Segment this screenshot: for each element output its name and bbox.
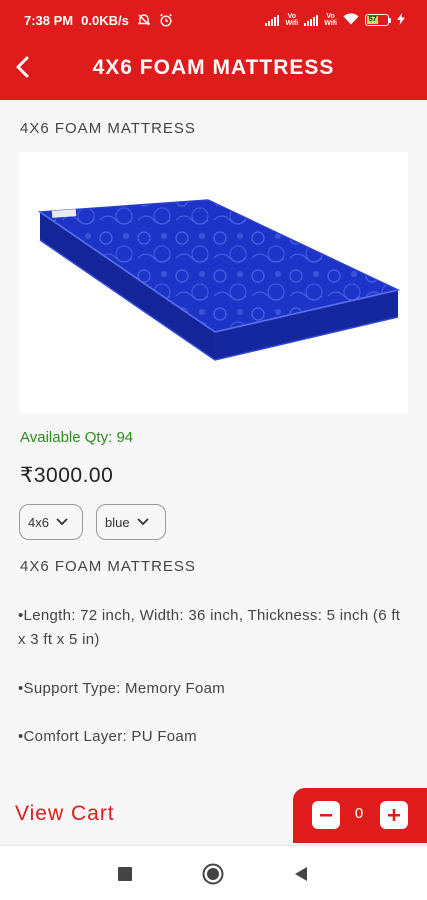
mattress-image [37, 199, 401, 361]
home-circle-icon [202, 863, 224, 885]
toolbar: 4X6 FOAM MATTRESS [0, 40, 427, 96]
status-time: 7:38 PM [24, 12, 74, 28]
cell-signal-icon [265, 14, 280, 26]
battery-level: 57 [367, 16, 379, 24]
alarm-icon [159, 13, 173, 27]
status-bar: 7:38 PM 0.0KB/s Vo Wifi Vo Wifi 57 [0, 0, 427, 40]
mute-icon [137, 13, 151, 27]
available-quantity: Available Qty: 94 [20, 429, 134, 446]
home-button[interactable] [202, 863, 224, 885]
decrement-button[interactable] [312, 801, 340, 829]
page-title: 4X6 FOAM MATTRESS [92, 56, 335, 79]
view-cart-link[interactable]: View Cart [15, 802, 115, 826]
triangle-back-icon [295, 867, 307, 881]
charging-icon [397, 12, 405, 28]
square-icon [118, 867, 132, 881]
system-nav-bar [0, 845, 427, 900]
size-dropdown[interactable]: 4x6 [19, 504, 83, 540]
cart-quantity: 0 [354, 805, 364, 822]
color-value: blue [105, 514, 130, 530]
chevron-down-icon [56, 518, 68, 526]
description-bullet: •Comfort Layer: PU Foam [18, 728, 197, 745]
recents-button[interactable] [114, 863, 136, 885]
product-name: 4X6 FOAM MATTRESS [20, 120, 196, 137]
color-dropdown[interactable]: blue [96, 504, 166, 540]
quantity-stepper: 0 [293, 788, 427, 843]
chevron-down-icon [136, 518, 149, 526]
cell-signal-icon-2 [304, 14, 319, 26]
wifi-icon [343, 12, 359, 28]
product-image[interactable] [20, 152, 408, 413]
app-header: 7:38 PM 0.0KB/s Vo Wifi Vo Wifi 57 4X6 F… [0, 0, 427, 100]
network-speed: 0.0KB/s [81, 12, 129, 28]
increment-button[interactable] [380, 801, 408, 829]
battery-icon: 57 [365, 14, 391, 26]
vowifi-label-2: Vo Wifi [324, 13, 337, 27]
product-price: ₹3000.00 [20, 464, 114, 487]
minus-icon [320, 814, 332, 817]
description-bullet: •Length: 72 inch, Width: 36 inch, Thickn… [18, 607, 401, 648]
system-back-button[interactable] [290, 863, 312, 885]
size-value: 4x6 [28, 514, 49, 530]
description-title: 4X6 FOAM MATTRESS [20, 558, 196, 575]
plus-icon [388, 809, 400, 821]
vowifi-label: Vo Wifi [285, 13, 299, 27]
description-bullet: •Support Type: Memory Foam [18, 680, 226, 697]
